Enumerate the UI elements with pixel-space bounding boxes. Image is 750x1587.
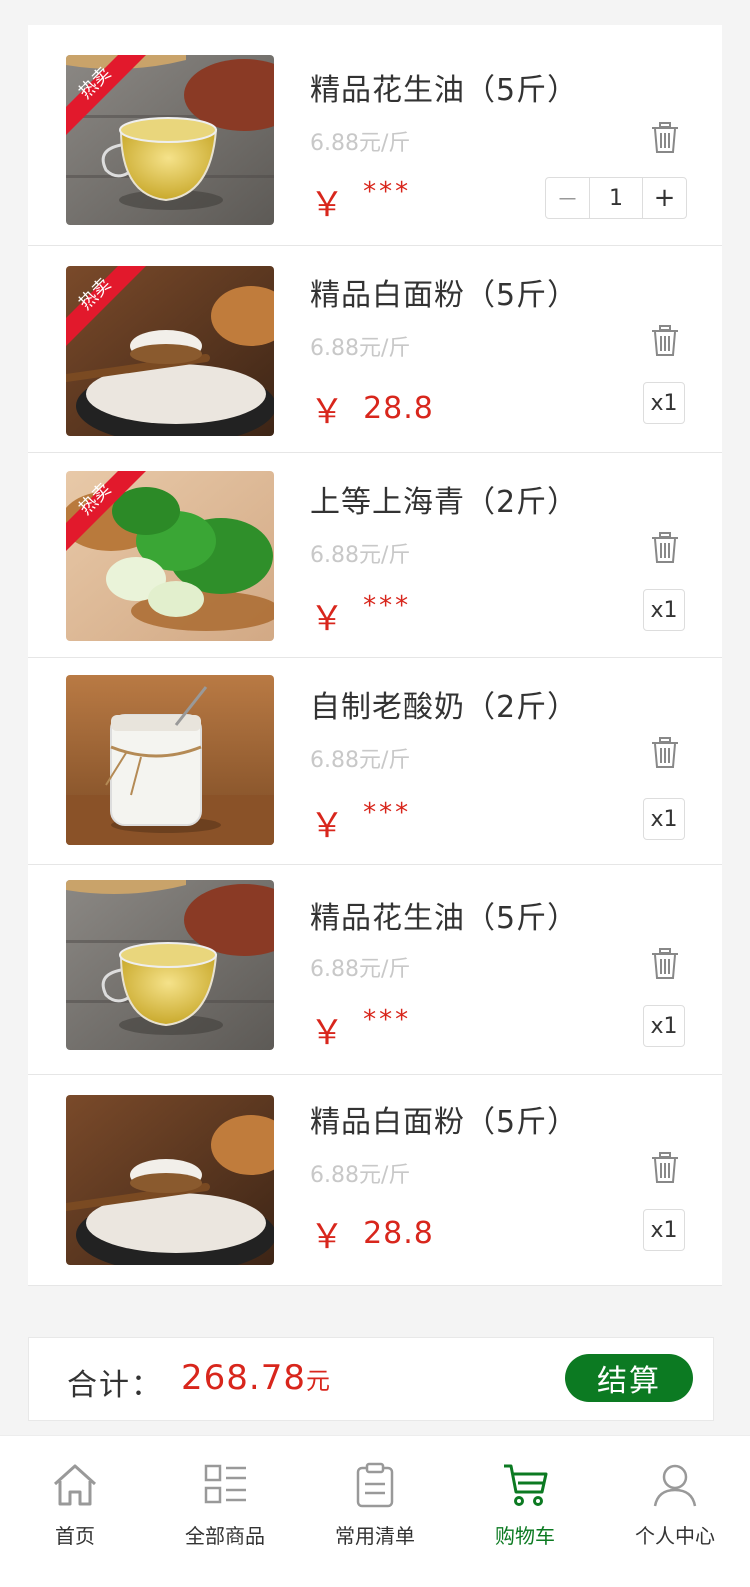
currency-symbol: ￥: [310, 392, 344, 432]
total-amount: 268.78元: [181, 1358, 330, 1398]
cart-item: 精品花生油（5斤） 6.88元/斤 ￥ *** x1: [28, 865, 722, 1075]
unit-price: 6.88元/斤: [310, 957, 411, 982]
item-name: 精品白面粉（5斤）: [310, 278, 579, 313]
tab-label: 全部商品: [185, 1524, 265, 1548]
currency-symbol: ￥: [310, 599, 344, 639]
cart-item: 热卖 上等上海青（2斤） 6.88元/斤 ￥ *** x1: [28, 453, 722, 658]
cart-item: 热卖 精品花生油（5斤） 6.88元/斤 ￥ *** － 1 +: [28, 25, 722, 246]
total-bar: 合计： 268.78元 结算: [28, 1337, 714, 1421]
price-amount: ***: [363, 176, 412, 207]
currency-symbol: ￥: [310, 1217, 344, 1257]
unit-price: 6.88元/斤: [310, 748, 411, 773]
tab-profile[interactable]: 个人中心: [600, 1436, 750, 1587]
total-label: 合计：: [67, 1368, 163, 1403]
quantity-badge[interactable]: x1: [643, 798, 685, 840]
price-amount: 28.8: [363, 1216, 434, 1251]
item-price: ￥ ***: [310, 177, 411, 226]
peanut-oil-image[interactable]: [66, 880, 274, 1050]
bok-choy-image[interactable]: 热卖: [66, 471, 274, 641]
item-name: 自制老酸奶（2斤）: [310, 690, 579, 725]
item-name: 精品花生油（5斤）: [310, 73, 579, 108]
item-price: ￥ ***: [310, 591, 411, 640]
tab-label: 常用清单: [335, 1524, 415, 1548]
cart-icon: [504, 1464, 548, 1506]
quantity-badge[interactable]: x1: [643, 589, 685, 631]
price-amount: ***: [363, 1004, 412, 1035]
item-price: ￥ 28.8: [310, 384, 434, 433]
cart-list: 热卖 精品花生油（5斤） 6.88元/斤 ￥ *** － 1 + 热卖 精品白面…: [28, 25, 722, 1286]
price-amount: 28.8: [363, 391, 434, 426]
trash-icon[interactable]: [650, 531, 680, 565]
trash-icon[interactable]: [650, 736, 680, 770]
quantity-value[interactable]: 1: [590, 178, 642, 218]
decrease-button[interactable]: －: [546, 178, 590, 218]
unit-price: 6.88元/斤: [310, 131, 411, 156]
cart-item: 精品白面粉（5斤） 6.88元/斤 ￥ 28.8 x1: [28, 1075, 722, 1286]
tab-label: 首页: [55, 1524, 95, 1548]
currency-symbol: ￥: [310, 185, 344, 225]
checkout-button[interactable]: 结算: [565, 1354, 693, 1402]
tab-common-list[interactable]: 常用清单: [300, 1436, 450, 1587]
tab-all-products[interactable]: 全部商品: [150, 1436, 300, 1587]
yogurt-image[interactable]: [66, 675, 274, 845]
item-name: 精品白面粉（5斤）: [310, 1105, 579, 1140]
quantity-badge[interactable]: x1: [643, 1005, 685, 1047]
unit-price: 6.88元/斤: [310, 1163, 411, 1188]
trash-icon[interactable]: [650, 947, 680, 981]
tab-label: 购物车: [495, 1524, 555, 1548]
trash-icon[interactable]: [650, 121, 680, 155]
price-amount: ***: [363, 590, 412, 621]
trash-icon[interactable]: [650, 324, 680, 358]
currency-symbol: ￥: [310, 1013, 344, 1053]
cart-item: 自制老酸奶（2斤） 6.88元/斤 ￥ *** x1: [28, 658, 722, 865]
home-icon: [53, 1464, 97, 1506]
clipboard-icon: [356, 1462, 394, 1508]
flour-image[interactable]: 热卖: [66, 266, 274, 436]
price-amount: ***: [363, 797, 412, 828]
tab-cart[interactable]: 购物车: [450, 1436, 600, 1587]
quantity-badge[interactable]: x1: [643, 1209, 685, 1251]
flour-image[interactable]: [66, 1095, 274, 1265]
peanut-oil-image[interactable]: 热卖: [66, 55, 274, 225]
item-price: ￥ ***: [310, 1005, 411, 1054]
unit-price: 6.88元/斤: [310, 336, 411, 361]
bottom-tabbar: 首页 全部商品 常用清单 购物车 个人中心: [0, 1435, 750, 1587]
total-unit: 元: [305, 1367, 330, 1395]
currency-symbol: ￥: [310, 806, 344, 846]
increase-button[interactable]: +: [642, 178, 686, 218]
quantity-stepper: － 1 +: [545, 177, 687, 219]
tab-home[interactable]: 首页: [0, 1436, 150, 1587]
item-name: 上等上海青（2斤）: [310, 485, 579, 520]
quantity-badge[interactable]: x1: [643, 382, 685, 424]
tab-label: 个人中心: [635, 1524, 715, 1548]
grid-list-icon: [204, 1464, 246, 1504]
trash-icon[interactable]: [650, 1151, 680, 1185]
user-icon: [653, 1464, 697, 1507]
cart-item: 热卖 精品白面粉（5斤） 6.88元/斤 ￥ 28.8 x1: [28, 246, 722, 453]
item-name: 精品花生油（5斤）: [310, 901, 579, 936]
item-price: ￥ ***: [310, 798, 411, 847]
item-price: ￥ 28.8: [310, 1209, 434, 1258]
total-value: 268.78: [181, 1358, 306, 1398]
unit-price: 6.88元/斤: [310, 543, 411, 568]
